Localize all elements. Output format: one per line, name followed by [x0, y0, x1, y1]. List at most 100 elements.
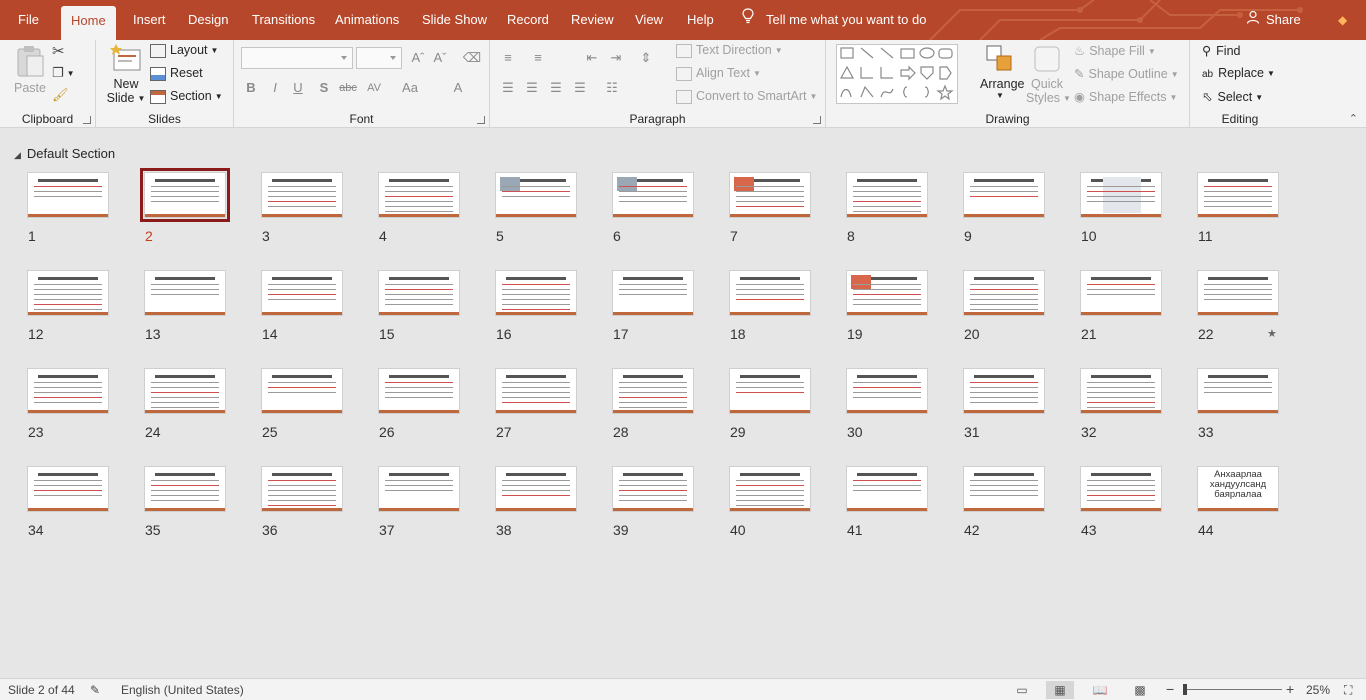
slide-thumbnail[interactable]	[261, 172, 343, 218]
tab-file[interactable]: File	[8, 0, 49, 40]
justify-icon[interactable]: ☰	[570, 78, 590, 98]
italic-button[interactable]: I	[265, 78, 285, 98]
slide-thumbnail[interactable]	[729, 172, 811, 218]
clear-format-icon[interactable]: ⌫	[462, 48, 482, 68]
animation-star-icon[interactable]: ★	[1267, 327, 1277, 340]
tab-design[interactable]: Design	[178, 0, 238, 40]
slide-thumbnail[interactable]	[27, 368, 109, 414]
slide-thumbnail[interactable]	[1197, 270, 1279, 316]
layout-button[interactable]: Layout ▼	[150, 43, 218, 58]
tab-review[interactable]: Review	[561, 0, 624, 40]
select-button[interactable]: ⬁ Select ▼	[1202, 89, 1263, 104]
copy-button[interactable]: ❐ ▼	[52, 65, 75, 81]
tell-me-search[interactable]: Tell me what you want to do	[738, 0, 926, 40]
increase-font-icon[interactable]: Aˆ	[408, 48, 428, 68]
shapes-scroll[interactable]	[957, 44, 974, 104]
zoom-level[interactable]: 25%	[1306, 683, 1330, 697]
slide-thumbnail[interactable]	[27, 270, 109, 316]
slide-thumbnail[interactable]	[495, 466, 577, 512]
dialog-launcher-icon[interactable]	[477, 116, 485, 124]
arrange-button[interactable]: Arrange ▼	[980, 44, 1024, 100]
slide-thumbnail[interactable]	[729, 466, 811, 512]
format-painter-button[interactable]: 🖌	[52, 87, 69, 103]
tab-view[interactable]: View	[625, 0, 673, 40]
cut-button[interactable]: ✂	[52, 42, 65, 60]
slide-thumbnail[interactable]	[846, 466, 928, 512]
slide-thumbnail[interactable]	[963, 270, 1045, 316]
slide-thumbnail[interactable]	[378, 368, 460, 414]
slide-thumbnail[interactable]	[495, 368, 577, 414]
slide-thumbnail[interactable]	[1080, 466, 1162, 512]
tab-home[interactable]: Home	[61, 6, 116, 40]
reset-button[interactable]: Reset	[150, 66, 203, 81]
align-center-icon[interactable]: ☰	[522, 78, 542, 98]
decrease-font-icon[interactable]: Aˇ	[430, 48, 450, 68]
shapes-gallery[interactable]	[836, 44, 974, 104]
slide-thumbnail[interactable]	[378, 172, 460, 218]
bold-button[interactable]: B	[241, 78, 261, 98]
paste-button[interactable]: Paste	[10, 44, 50, 95]
underline-button[interactable]: U	[288, 78, 308, 98]
slide-thumbnail[interactable]	[963, 466, 1045, 512]
slide-thumbnail[interactable]	[612, 368, 694, 414]
shape-effects-button[interactable]: ◉ Shape Effects ▼	[1074, 89, 1177, 104]
slide-thumbnail[interactable]	[140, 168, 230, 222]
slide-thumbnail[interactable]	[612, 172, 694, 218]
increase-indent-icon[interactable]: ⇥	[606, 48, 626, 68]
zoom-in-button[interactable]: +	[1286, 681, 1294, 697]
language-indicator[interactable]: English (United States)	[121, 683, 244, 697]
align-left-icon[interactable]: ☰	[498, 78, 518, 98]
slide-thumbnail[interactable]	[963, 172, 1045, 218]
slide-thumbnail[interactable]	[846, 172, 928, 218]
section-button[interactable]: Section ▼	[150, 89, 223, 104]
slide-thumbnail[interactable]	[27, 466, 109, 512]
font-color-button[interactable]: A	[448, 78, 468, 98]
slide-thumbnail[interactable]	[495, 270, 577, 316]
fit-to-window-icon[interactable]: ⛶	[1344, 683, 1352, 698]
slide-thumbnail[interactable]	[144, 270, 226, 316]
tab-record[interactable]: Record	[497, 0, 559, 40]
slide-thumbnail[interactable]	[378, 466, 460, 512]
zoom-slider[interactable]	[1186, 689, 1282, 690]
slide-thumbnail[interactable]	[612, 466, 694, 512]
shape-outline-button[interactable]: ✎ Shape Outline ▼	[1074, 66, 1179, 81]
zoom-slider-thumb[interactable]	[1183, 684, 1187, 695]
dialog-launcher-icon[interactable]	[83, 116, 91, 124]
font-name-combo[interactable]	[241, 47, 353, 69]
slide-thumbnail[interactable]	[612, 270, 694, 316]
normal-view-icon[interactable]: ▭	[1008, 681, 1036, 699]
smartart-button[interactable]: Convert to SmartArt ▼	[676, 89, 817, 104]
slide-thumbnail[interactable]	[144, 368, 226, 414]
slide-thumbnail[interactable]	[963, 368, 1045, 414]
slide-thumbnail[interactable]	[846, 270, 928, 316]
slide-thumbnail[interactable]: Анхаарлаа хандуулсанд баярлалаа	[1197, 466, 1279, 512]
slide-thumbnail[interactable]	[144, 466, 226, 512]
align-text-button[interactable]: Align Text ▼	[676, 66, 761, 81]
tab-transitions[interactable]: Transitions	[242, 0, 325, 40]
slide-thumbnail[interactable]	[378, 270, 460, 316]
slide-sorter-view-icon[interactable]: ▦	[1046, 681, 1074, 699]
slide-thumbnail[interactable]	[846, 368, 928, 414]
section-header[interactable]: ◢ Default Section	[14, 146, 115, 161]
align-right-icon[interactable]: ☰	[546, 78, 566, 98]
columns-icon[interactable]: ☷	[602, 78, 622, 98]
replace-button[interactable]: ab Replace ▼	[1202, 66, 1275, 80]
slide-thumbnail[interactable]	[261, 270, 343, 316]
slide-thumbnail[interactable]	[261, 368, 343, 414]
char-spacing-button[interactable]: AV	[364, 78, 384, 98]
tab-insert[interactable]: Insert	[123, 0, 176, 40]
slide-thumbnail[interactable]	[261, 466, 343, 512]
slide-thumbnail[interactable]	[1080, 172, 1162, 218]
tab-slide-show[interactable]: Slide Show	[412, 0, 497, 40]
numbering-icon[interactable]: ≡	[528, 48, 548, 68]
decrease-indent-icon[interactable]: ⇤	[582, 48, 602, 68]
slide-thumbnail[interactable]	[27, 172, 109, 218]
slide-thumbnail[interactable]	[1197, 172, 1279, 218]
notification-icon[interactable]: ◆	[1338, 13, 1348, 27]
zoom-out-button[interactable]: −	[1166, 681, 1174, 697]
slide-thumbnail[interactable]	[1080, 270, 1162, 316]
notes-icon[interactable]: ✎	[90, 683, 100, 697]
font-size-combo[interactable]	[356, 47, 402, 69]
slide-thumbnail[interactable]	[729, 270, 811, 316]
change-case-button[interactable]: Aa	[400, 78, 420, 98]
